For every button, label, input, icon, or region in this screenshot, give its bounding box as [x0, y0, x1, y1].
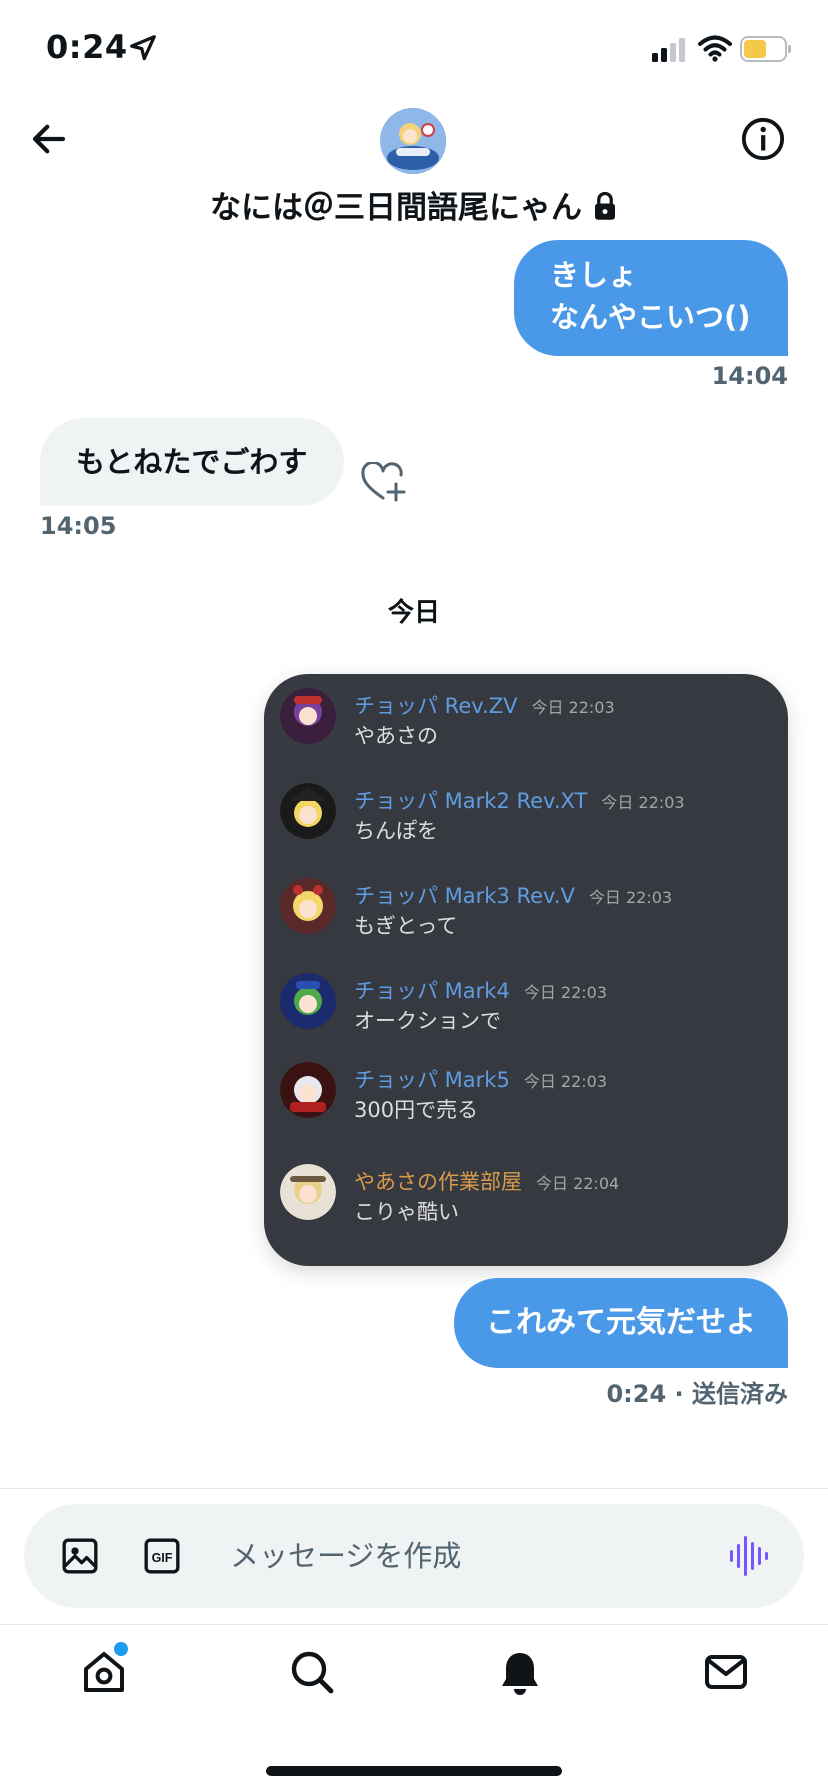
message-line: なんやこいつ()	[550, 300, 751, 334]
svg-text:GIF: GIF	[152, 1551, 173, 1565]
outgoing-message[interactable]: これみて元気だせよ	[454, 1278, 788, 1368]
home-indicator	[266, 1766, 562, 1776]
chat-text: 300円で売る	[354, 1098, 479, 1122]
search-icon[interactable]	[288, 1648, 336, 1696]
chat-avatar	[280, 878, 336, 934]
battery-icon	[740, 36, 791, 62]
attached-image[interactable]: チョッパ Rev.ZV 今日 22:03 やあさの チョッパ Mark2 Rev.…	[264, 674, 788, 1266]
chat-text: ちんぽを	[354, 819, 438, 843]
chat-username: チョッパ Rev.ZV 今日 22:03	[354, 694, 615, 718]
chat-avatar	[280, 1062, 336, 1118]
separator-dot: ·	[674, 1380, 692, 1408]
chat-username: チョッパ Mark3 Rev.V 今日 22:03	[354, 884, 673, 908]
image-chat-row: チョッパ Rev.ZV 今日 22:03 やあさの	[280, 688, 780, 758]
chat-username: やあさの作業部屋 今日 22:04	[354, 1170, 620, 1194]
avatar-character-icon	[380, 108, 446, 174]
info-icon[interactable]	[740, 116, 786, 162]
image-chat-row: やあさの作業部屋 今日 22:04 こりゃ酷い	[280, 1164, 780, 1234]
chat-text: オークションで	[354, 1009, 501, 1033]
signal-icon	[652, 38, 685, 62]
chat-timestamp: 今日 22:03	[523, 1072, 608, 1091]
character-avatar-icon	[280, 878, 336, 934]
message-timestamp: 14:05	[40, 512, 117, 540]
incoming-message[interactable]: もとねたでごわす	[40, 418, 344, 506]
image-chat-row: チョッパ Mark5 今日 22:03 300円で売る	[280, 1062, 780, 1132]
wifi-icon	[698, 35, 732, 62]
chat-text: こりゃ酷い	[354, 1200, 459, 1224]
message-time: 0:24	[606, 1380, 667, 1408]
chat-avatar	[280, 1164, 336, 1220]
character-avatar-icon	[280, 1164, 336, 1220]
gif-icon[interactable]: GIF	[142, 1536, 182, 1576]
chat-timestamp: 今日 22:03	[588, 888, 673, 907]
messages-icon[interactable]	[702, 1648, 750, 1696]
outgoing-message[interactable]: きしょ なんやこいつ()	[514, 240, 788, 356]
status-bar: 0:24	[0, 0, 828, 100]
image-chat-row: チョッパ Mark2 Rev.XT 今日 22:03 ちんぽを	[280, 783, 780, 853]
location-arrow-icon	[130, 35, 156, 61]
character-avatar-icon	[280, 783, 336, 839]
character-avatar-icon	[280, 1062, 336, 1118]
conversation-title-text: なには＠三日間語尾にゃん	[210, 190, 582, 226]
chat-timestamp: 今日 22:03	[531, 698, 615, 717]
notifications-icon[interactable]	[496, 1648, 544, 1696]
back-arrow-icon[interactable]	[28, 118, 70, 160]
message-timestamp: 0:24 · 送信済み	[606, 1374, 788, 1409]
conversation-title[interactable]: なには＠三日間語尾にゃん	[0, 182, 828, 227]
image-chat-row: チョッパ Mark3 Rev.V 今日 22:03 もぎとって	[280, 878, 780, 948]
character-avatar-icon	[280, 688, 336, 744]
chat-username: チョッパ Mark5 今日 22:03	[354, 1068, 608, 1092]
chat-avatar	[280, 688, 336, 744]
delivery-status: 送信済み	[692, 1380, 788, 1408]
compose-bar: GIF	[24, 1504, 804, 1608]
message-input[interactable]	[230, 1534, 690, 1578]
day-divider: 今日	[387, 598, 440, 628]
conversation-avatar[interactable]	[380, 108, 446, 174]
chat-text: やあさの	[354, 724, 438, 748]
chat-username: チョッパ Mark2 Rev.XT 今日 22:03	[354, 789, 685, 813]
chat-username: チョッパ Mark4 今日 22:03	[354, 979, 608, 1003]
heart-plus-icon[interactable]	[360, 462, 406, 504]
chat-text: もぎとって	[354, 914, 458, 938]
message-line: きしょ	[550, 258, 638, 292]
image-icon[interactable]	[60, 1536, 100, 1576]
chat-avatar	[280, 973, 336, 1029]
chat-timestamp: 今日 22:03	[601, 793, 685, 812]
compose-divider	[0, 1488, 828, 1489]
conversation-header: なには＠三日間語尾にゃん	[0, 100, 828, 240]
tab-bar-divider	[0, 1624, 828, 1625]
chat-timestamp: 今日 22:03	[523, 983, 608, 1002]
chat-timestamp: 今日 22:04	[536, 1174, 620, 1193]
voice-icon[interactable]	[728, 1534, 768, 1578]
character-avatar-icon	[280, 973, 336, 1029]
chat-avatar	[280, 783, 336, 839]
status-time: 0:24	[46, 28, 128, 66]
message-timestamp: 14:04	[711, 362, 788, 390]
lock-icon	[595, 191, 615, 220]
notification-dot	[114, 1642, 128, 1656]
image-chat-row: チョッパ Mark4 今日 22:03 オークションで	[280, 973, 780, 1043]
